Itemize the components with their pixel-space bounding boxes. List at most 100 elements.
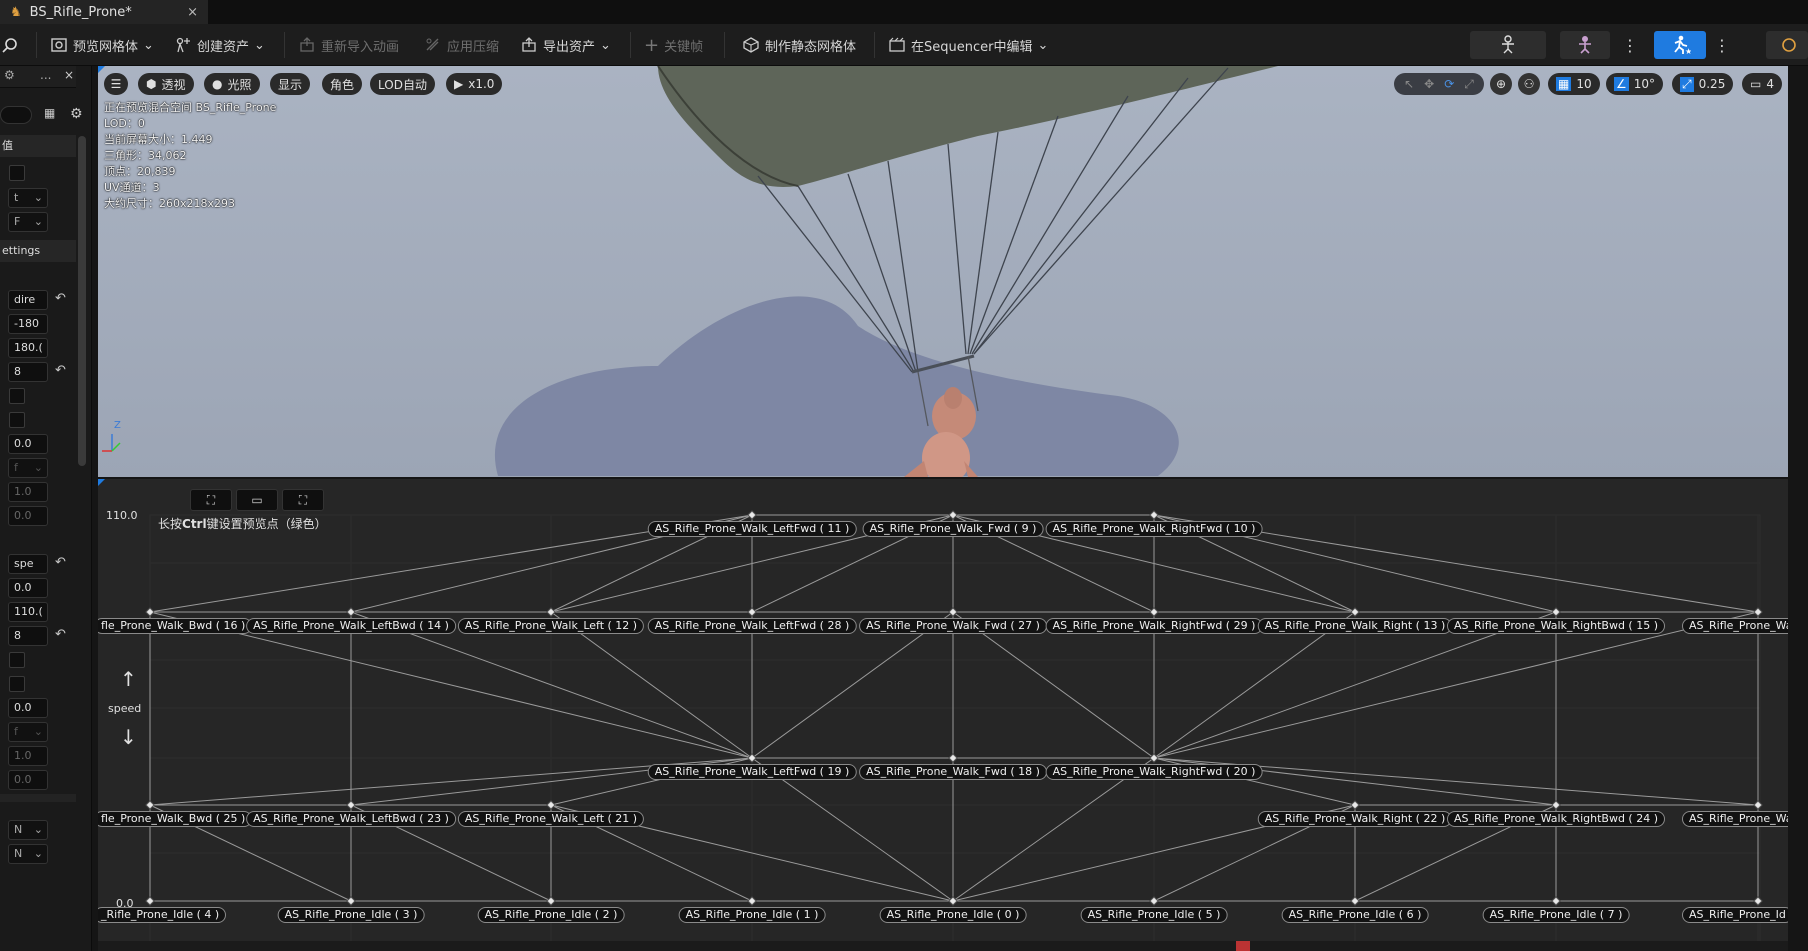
combo-box[interactable]: N ⌄ (8, 820, 48, 840)
sample-point[interactable] (145, 896, 155, 906)
sample-label[interactable]: AS_Rifle_Prone_Idle ( 5 ) (1080, 907, 1228, 923)
sample-label[interactable]: _Rifle_Prone_Idle ( 4 ) (98, 907, 227, 923)
move-icon[interactable]: ✥ (1424, 77, 1434, 91)
sample-label[interactable]: AS_Rifle_Prone_Walk_RightFwd ( 10 ) (1045, 521, 1263, 537)
sample-point[interactable] (948, 510, 958, 520)
close-icon[interactable]: × (64, 68, 74, 82)
skeleton-mode-button[interactable] (1470, 31, 1546, 59)
interp-type-combo[interactable]: f ⌄ (8, 458, 48, 478)
sample-label[interactable]: AS_Rifle_Prone_Idle ( 1 ) (678, 907, 826, 923)
sample-label[interactable]: AS_Rifle_Prone_Idle ( 0 ) (879, 907, 1027, 923)
axis-y-divisions-field[interactable]: 8 (8, 626, 48, 646)
axis-y-name-field[interactable]: spe (8, 554, 48, 574)
scrub-handle[interactable] (1236, 941, 1250, 951)
blendspace-graph[interactable] (98, 479, 1788, 951)
show-button[interactable]: 显示 (270, 73, 311, 95)
sample-point[interactable] (1753, 896, 1763, 906)
sample-label[interactable]: AS_Rifle_Prone_Walk_Left ( 21 ) (457, 811, 645, 827)
close-icon[interactable]: × (187, 5, 198, 20)
sample-label[interactable]: AS_Rifle_Prone_Walk_Right ( 13 ) (1257, 618, 1453, 634)
interp-value-field[interactable]: 0.0 (8, 506, 48, 526)
sample-point[interactable] (546, 896, 556, 906)
sample-point[interactable] (546, 607, 556, 617)
select-icon[interactable]: ↖ (1404, 77, 1414, 91)
section-header-values[interactable]: 值 (0, 135, 76, 157)
scale-icon[interactable]: ⤢ (1464, 77, 1474, 92)
sample-label[interactable]: AS_Rifle_Prone_Walk_LeftFwd ( 19 ) (647, 764, 857, 780)
sample-label[interactable]: AS_Rifle_Prone_Idle ( 2 ) (477, 907, 625, 923)
sample-point[interactable] (1149, 896, 1159, 906)
preview-mesh-button[interactable]: 预览网格体 ⌄ (50, 32, 154, 58)
sample-label[interactable]: AS_Rifle_Prone_Idle ( 7 ) (1482, 907, 1630, 923)
edit-in-sequencer-button[interactable]: 在Sequencer中编辑 ⌄ (888, 32, 1048, 58)
reset-icon[interactable]: ↶ (55, 555, 66, 570)
view-mode-button[interactable]: ⬢ 透视 (138, 73, 194, 95)
sample-label[interactable]: AS_Rifle_Prone_Walk_Left ( 12 ) (457, 618, 645, 634)
sample-label[interactable]: AS_Rifle_Prone_Walk_RightFwd ( 20 ) (1045, 764, 1263, 780)
combo-box[interactable]: N ⌄ (8, 844, 48, 864)
checkbox[interactable] (9, 676, 25, 692)
axis-x-min-field[interactable]: -180 (8, 314, 48, 334)
create-asset-button[interactable]: 创建资产 ⌄ (174, 32, 265, 58)
sample-label[interactable]: AS_Rifle_Prone_Walk_RightBwd ( 15 ) (1447, 618, 1665, 634)
reimport-animation-button[interactable]: 重新导入动画 (298, 32, 399, 58)
sample-point[interactable] (1149, 607, 1159, 617)
axis-x-max-field[interactable]: 180.( (8, 338, 48, 358)
sample-label[interactable]: AS_Rifle_Prone_Walk_LeftBwd ( 14 ) (246, 618, 456, 634)
more-options-icon[interactable]: ⋮ (1714, 32, 1730, 58)
lod-button[interactable]: LOD自动 (370, 73, 435, 95)
grid-snap-button[interactable]: ▦ 10 (1548, 73, 1600, 95)
table-view-icon[interactable]: ▦ (44, 106, 55, 120)
sample-point[interactable] (1753, 607, 1763, 617)
transform-tools[interactable]: ↖ ✥ ⟳ ⤢ (1394, 73, 1484, 95)
reset-icon[interactable]: ↶ (55, 291, 66, 306)
sample-point[interactable] (145, 607, 155, 617)
sample-label[interactable]: AS_Rifle_Prone_Walk_RightFwd ( 29 ) (1045, 618, 1263, 634)
sample-point[interactable] (1551, 607, 1561, 617)
preview-viewport[interactable]: Z ☰ ⬢ 透视 ● 光照 显示 角色 LOD自动 ▶ x1.0 ↖ ✥ ⟳ ⤢ ⊕ ⚇ ▦… (98, 66, 1788, 477)
axis-y-min-field[interactable]: 0.0 (8, 578, 48, 598)
apply-compression-button[interactable]: 应用压缩 (424, 32, 499, 58)
sample-point[interactable] (346, 607, 356, 617)
sample-label[interactable]: AS_Rifle_Prone_Walk_LeftFwd ( 28 ) (647, 618, 857, 634)
sample-label[interactable]: AS_Rifle_Prone_Idle ( 6 ) (1281, 907, 1429, 923)
sample-point[interactable] (1350, 607, 1360, 617)
combo-box[interactable]: t ⌄ (8, 188, 48, 208)
rotation-snap-button[interactable]: ∠ 10° (1606, 73, 1664, 95)
axis-x-name-field[interactable]: dire (8, 290, 48, 310)
axis-y-max-field[interactable]: 110.( (8, 602, 48, 622)
scale-snap-button[interactable]: ⤢ 0.25 (1672, 73, 1734, 95)
rotate-icon[interactable]: ⟳ (1444, 77, 1454, 91)
sample-point[interactable] (1149, 510, 1159, 520)
sample-label[interactable]: AS_Rifle_Prone_Idle ( 3 ) (277, 907, 425, 923)
viewport-menu-button[interactable]: ☰ (104, 73, 128, 95)
make-static-mesh-button[interactable]: 制作静态网格体 (742, 32, 856, 58)
animation-mode-button[interactable]: ★ (1654, 31, 1706, 59)
sample-point[interactable] (948, 896, 958, 906)
character-button[interactable]: 角色 (322, 73, 363, 95)
sample-label[interactable]: AS_Rifle_Prone_Walk_ (1682, 811, 1788, 827)
checkbox[interactable] (9, 388, 25, 404)
section-header-settings[interactable]: ettings (0, 240, 76, 262)
search-icon[interactable] (2, 32, 18, 58)
local-space-button[interactable]: ⊕ (1490, 73, 1512, 95)
sample-point[interactable] (948, 753, 958, 763)
export-asset-button[interactable]: 导出资产 ⌄ (520, 32, 611, 58)
play-rate-button[interactable]: ▶ x1.0 (446, 73, 503, 95)
camera-speed-button[interactable]: ▭ 4 (1742, 73, 1782, 95)
reset-icon[interactable]: ↶ (55, 363, 66, 378)
sample-point[interactable] (346, 800, 356, 810)
sample-point[interactable] (1350, 800, 1360, 810)
more-options-icon[interactable]: ⋮ (1622, 32, 1638, 58)
combo-box[interactable]: F ⌄ (8, 212, 48, 232)
sample-point[interactable] (747, 510, 757, 520)
keyframe-button[interactable]: + 关键帧 (644, 32, 703, 58)
sample-label[interactable]: AS_Rifle_Prone_Walk_LeftBwd ( 23 ) (246, 811, 456, 827)
checkbox[interactable] (9, 652, 25, 668)
sample-label[interactable]: AS_Rifle_Prone_Walk_Fwd ( 18 ) (859, 764, 1047, 780)
sample-label[interactable]: AS_Rifle_Prone_Id (1682, 907, 1788, 923)
axis-x-divisions-field[interactable]: 8 (8, 362, 48, 382)
sample-point[interactable] (1350, 896, 1360, 906)
interp-type-combo[interactable]: f ⌄ (8, 722, 48, 742)
document-tab[interactable]: ♞ BS_Rifle_Prone* × (0, 0, 208, 24)
